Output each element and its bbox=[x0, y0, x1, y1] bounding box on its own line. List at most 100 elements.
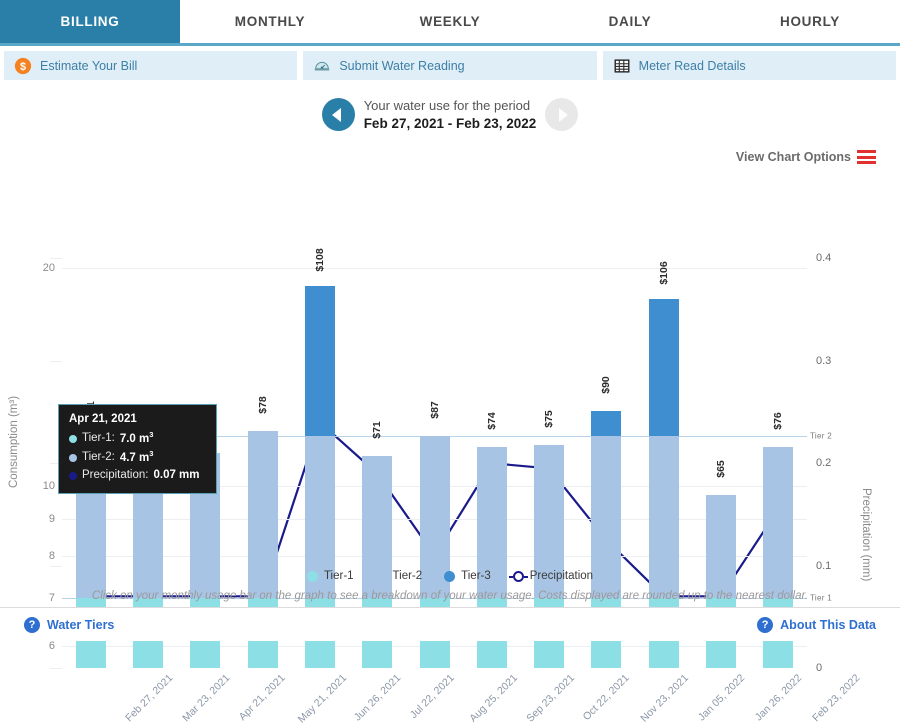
bar-segment-tier-3[interactable] bbox=[591, 410, 622, 437]
view-chart-options-button[interactable]: View Chart Options bbox=[736, 150, 876, 164]
bar-group[interactable]: $65 Jan 26, 2022 bbox=[706, 238, 804, 723]
tab-weekly[interactable]: WEEKLY bbox=[360, 0, 540, 43]
tab-billing[interactable]: BILLING bbox=[0, 0, 180, 43]
legend-marker bbox=[375, 570, 387, 582]
hamburger-menu-icon bbox=[857, 150, 876, 164]
tooltip-series-value: 0.07 mm bbox=[153, 469, 200, 482]
tab-monthly[interactable]: MONTHLY bbox=[180, 0, 360, 43]
bar-cost-label: $71 bbox=[371, 421, 384, 439]
x-axis-tick-label: Feb 23, 2022 bbox=[810, 672, 863, 725]
x-axis-tick-label: Feb 27, 2021 bbox=[122, 672, 176, 725]
tooltip-series-value: 7.0 m3 bbox=[119, 430, 154, 445]
bar-segment-tier-3[interactable] bbox=[648, 299, 679, 437]
tick-mark bbox=[50, 360, 62, 362]
legend-label: Tier-3 bbox=[461, 570, 491, 582]
period-caption: Your water use for the period bbox=[363, 98, 531, 113]
view-chart-options-label: View Chart Options bbox=[735, 150, 851, 164]
bar-cost-label: $78 bbox=[256, 396, 269, 414]
bar-group[interactable]: $75 Oct 22, 2021 bbox=[534, 238, 632, 723]
legend-item-tier-1[interactable]: Tier-1 bbox=[306, 570, 354, 582]
action-label: Submit Water Reading bbox=[339, 58, 465, 73]
x-axis-tick-label: Jan 26, 2022 bbox=[752, 672, 805, 724]
water-meter-icon bbox=[313, 57, 331, 75]
action-estimate-your-bill[interactable]: $ Estimate Your Bill bbox=[4, 51, 298, 80]
primary-tab-bar: BILLING MONTHLY WEEKLY DAILY HOURLY bbox=[0, 0, 900, 46]
legend-item-precipitation[interactable]: Precipitation bbox=[508, 570, 594, 582]
x-axis-tick-label: Jan 05, 2022 bbox=[695, 672, 747, 724]
tooltip-title: Apr 21, 2021 bbox=[69, 413, 137, 425]
next-period-button[interactable] bbox=[545, 98, 579, 132]
dollar-coin-icon: $ bbox=[14, 57, 32, 75]
x-axis-tick-label: Mar 23, 2021 bbox=[180, 672, 233, 725]
about-this-data-label: About This Data bbox=[780, 617, 876, 632]
bar-group[interactable]: $106 Jan 05, 2022 bbox=[648, 238, 747, 723]
tooltip-row: Tier-1: 7.0 m3 bbox=[69, 429, 206, 448]
bar-cost-label: $90 bbox=[600, 375, 613, 394]
tooltip-row: Precipitation: 0.07 mm bbox=[69, 467, 206, 484]
period-text: Your water use for the period Feb 27, 20… bbox=[364, 97, 537, 133]
water-usage-chart: Consumption (m³) Precipitation (mm) 20 10… bbox=[0, 178, 900, 725]
tab-hourly[interactable]: HOURLY bbox=[720, 0, 900, 43]
tooltip-series-dot bbox=[69, 453, 77, 462]
bar-group[interactable]: $87 Aug 25, 2021 bbox=[419, 238, 519, 725]
bar-group[interactable]: $71 Jul 22, 2021 bbox=[362, 238, 457, 721]
chart-legend: Tier-1 Tier-2 Tier-3 Precipitation bbox=[0, 570, 900, 582]
tooltip-series-label: Tier-2: bbox=[82, 450, 115, 463]
previous-period-button[interactable] bbox=[321, 98, 355, 132]
water-tiers-link[interactable]: ? Water Tiers bbox=[24, 616, 114, 633]
chevron-left-icon bbox=[332, 107, 342, 122]
tick-mark bbox=[50, 565, 62, 567]
legend-item-tier-3[interactable]: Tier-3 bbox=[444, 570, 491, 582]
help-circle-icon: ? bbox=[757, 616, 774, 633]
bar-group[interactable]: $90 Nov 23, 2021 bbox=[591, 238, 691, 725]
secondary-y-axis-tick: 0.2 bbox=[816, 457, 832, 470]
grid-table-icon bbox=[613, 57, 631, 75]
action-label: Meter Read Details bbox=[638, 58, 746, 73]
y-axis-label: Consumption (m³) bbox=[8, 395, 20, 488]
secondary-y-axis-label: Precipitation (mm) bbox=[860, 488, 872, 582]
chevron-right-icon bbox=[558, 107, 568, 122]
tab-daily[interactable]: DAILY bbox=[540, 0, 720, 43]
about-this-data-link[interactable]: ? About This Data bbox=[757, 616, 876, 633]
bar-cost-label: $106 bbox=[657, 261, 670, 285]
x-axis-tick-label: Aug 25, 2021 bbox=[466, 672, 520, 725]
legend-label: Precipitation bbox=[529, 570, 594, 582]
x-axis-tick-label: Oct 22, 2021 bbox=[580, 672, 632, 724]
bar-cost-label: $76 bbox=[772, 412, 785, 431]
legend-marker bbox=[306, 570, 318, 582]
svg-text:$: $ bbox=[20, 61, 26, 73]
x-axis-tick-label: Sep 23, 2021 bbox=[524, 672, 577, 725]
x-axis-tick-label: Jul 22, 2021 bbox=[407, 672, 457, 721]
legend-item-tier-2[interactable]: Tier-2 bbox=[375, 570, 423, 582]
bar-group[interactable]: $78 May 21, 2021 bbox=[247, 238, 349, 725]
period-navigator: Your water use for the period Feb 27, 20… bbox=[0, 97, 900, 133]
bar-segment-tier-2[interactable] bbox=[706, 495, 737, 598]
x-axis-tick-label: May 21, 2021 bbox=[295, 672, 349, 726]
action-button-bar: $ Estimate Your Bill Submit Water Reading M… bbox=[0, 46, 900, 86]
bar-cost-label: $65 bbox=[715, 460, 728, 479]
action-submit-water-reading[interactable]: Submit Water Reading bbox=[303, 51, 597, 80]
tooltip-row: Tier-2: 4.7 m3 bbox=[69, 448, 206, 467]
help-circle-icon: ? bbox=[24, 616, 40, 633]
bar-cost-label: $75 bbox=[543, 409, 556, 428]
y-axis-tick: 9 bbox=[48, 512, 55, 525]
tooltip-rows: Tier-1: 7.0 m3 Tier-2: 4.7 m3 Precipitation:… bbox=[69, 429, 206, 484]
tier-threshold-label: Tier 2 bbox=[810, 431, 832, 441]
bar-group[interactable]: $76 Feb 23, 2022 bbox=[763, 238, 863, 724]
y-axis-tick: 6 bbox=[48, 640, 55, 653]
bar-segment-tier-3[interactable] bbox=[304, 285, 335, 437]
legend-marker bbox=[508, 570, 528, 582]
chart-tooltip: Apr 21, 2021 Tier-1: 7.0 m3 Tier-2: 4.7 m3 P… bbox=[58, 404, 217, 495]
legend-label: Tier-2 bbox=[392, 570, 423, 582]
tick-mark bbox=[50, 258, 62, 260]
bar-cost-label: $74 bbox=[485, 412, 498, 431]
page-footer: ? Water Tiers ? About This Data bbox=[0, 607, 900, 641]
bar-group[interactable]: $74 Sep 23, 2021 bbox=[476, 238, 577, 725]
tooltip-series-value: 4.7 m3 bbox=[119, 449, 154, 464]
bar-cost-label: $87 bbox=[428, 401, 441, 420]
y-axis-tick: 8 bbox=[48, 549, 55, 562]
bar-group[interactable]: $108 Jun 26, 2021 bbox=[304, 238, 403, 723]
action-meter-read-details[interactable]: Meter Read Details bbox=[602, 51, 896, 80]
secondary-y-axis-tick: 0 bbox=[816, 662, 823, 674]
x-axis-tick-label: Apr 21, 2021 bbox=[236, 672, 288, 724]
